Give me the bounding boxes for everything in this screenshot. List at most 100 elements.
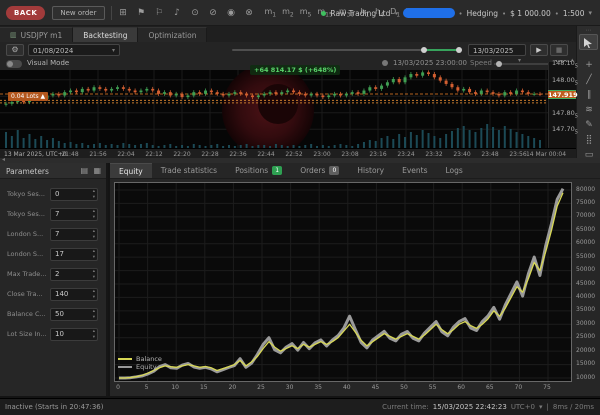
tab-trade-statistics[interactable]: Trade statistics (152, 163, 226, 178)
stepper-arrows[interactable]: ▴ ▾ (93, 229, 95, 240)
tab-optimization[interactable]: Optimization (138, 27, 208, 42)
volume-bar (492, 127, 495, 148)
stepper-arrows[interactable]: ▴ ▾ (93, 309, 95, 320)
candle-body (209, 90, 213, 93)
timeframe-m1[interactable]: m1 (265, 7, 277, 19)
scroll-left-arrow[interactable]: ◂ (2, 156, 5, 163)
candlestick-chart[interactable] (0, 70, 548, 148)
speed-slider-knob[interactable] (496, 61, 502, 67)
connection-status-dot (321, 10, 327, 16)
chart-layout-icon[interactable]: ⊞ (118, 8, 129, 18)
account-info[interactable]: Raw Trading Ltd Hedging $ 1 000.00 1:500… (321, 0, 592, 26)
stepper-arrows[interactable]: ▴ ▾ (93, 289, 95, 300)
settings-gear-button[interactable]: ⚙ (6, 44, 24, 56)
tab-label: Logs (445, 166, 463, 175)
parameter-input[interactable]: 10 ▴ ▾ (50, 328, 98, 341)
link-disabled-icon[interactable]: ⊘ (208, 8, 219, 18)
tab-logs[interactable]: Logs (437, 163, 472, 178)
pencil-icon[interactable]: ✎ (577, 120, 600, 130)
end-date-value: 13/03/2025 (473, 47, 514, 55)
parameter-input[interactable]: 140 ▴ ▾ (50, 288, 98, 301)
parameter-input[interactable]: 7 ▴ ▾ (50, 208, 98, 221)
backtest-progress-bar[interactable] (232, 47, 462, 53)
trend-line-icon[interactable]: ╱ (577, 75, 600, 85)
new-order-button[interactable]: New order (52, 5, 105, 20)
stepper-arrows[interactable]: ▴ ▾ (93, 249, 95, 260)
candle-body (98, 87, 102, 89)
alerts-icon[interactable]: ⊗ (244, 8, 255, 18)
toolbar-icons: ⊞ ⚑ ⚐ ♪ ⊙ ⊘ ◉ ⊗ (118, 8, 255, 18)
info-circle-icon[interactable]: ⊙ (190, 8, 201, 18)
parameter-input[interactable]: 17 ▴ ▾ (50, 248, 98, 261)
cursor-tool-button[interactable] (579, 34, 598, 50)
watchlist-eye-icon[interactable]: ◉ (226, 8, 237, 18)
parameter-row: Tokyo Ses... 7 ▴ ▾ (0, 207, 106, 222)
candle-body (397, 78, 401, 83)
latency-value: 8ms / 20ms (552, 403, 594, 411)
end-date-select[interactable]: 13/03/2025 ▾ (468, 44, 526, 64)
time-axis-label: 21:48 (61, 151, 79, 158)
tab-equity[interactable]: Equity (110, 163, 152, 178)
parameter-input[interactable]: 2 ▴ ▾ (50, 268, 98, 281)
stepper-arrows[interactable]: ▴ ▾ (93, 189, 95, 200)
crosshair-icon[interactable]: + (577, 60, 600, 70)
flag-icon[interactable]: ⚑ (136, 8, 147, 18)
volume-bar (468, 130, 471, 148)
play-button[interactable]: ▶ (530, 44, 548, 56)
chevron-down-icon: ▾ (539, 403, 543, 411)
start-date-select[interactable]: 01/08/2024 ▾ (28, 44, 120, 56)
candle-body (333, 93, 337, 96)
tab-backtesting[interactable]: Backtesting (73, 27, 139, 42)
equity-y-axis-label: 70000 (576, 212, 596, 220)
dots-grid-icon[interactable]: ⣿ (577, 135, 600, 145)
back-button[interactable]: BACK (6, 5, 46, 20)
waves-icon[interactable]: ≋ (577, 105, 600, 115)
tab-events[interactable]: Events (393, 163, 436, 178)
tab-orders[interactable]: Orders 0 (291, 163, 348, 178)
progress-handle-left[interactable] (421, 47, 427, 53)
candle-body (380, 85, 384, 89)
stepper-arrows[interactable]: ▴ ▾ (93, 209, 95, 220)
playback-datetime: 13/03/2025 23:00:00 (393, 59, 468, 67)
cursor-icon (584, 38, 592, 48)
timezone-value[interactable]: UTC+0 (511, 403, 535, 411)
grid-view-icon[interactable]: ▦ (93, 166, 101, 175)
price-axis[interactable]: 148.105 148.005 147.805 147.705 (548, 59, 578, 148)
timeframe-m5[interactable]: m5 (300, 7, 312, 19)
equidistant-channel-icon[interactable]: ∥ (577, 90, 600, 100)
tab-history[interactable]: History (348, 163, 393, 178)
equity-x-axis-label: 5 (144, 384, 149, 391)
candle-body (256, 95, 260, 98)
time-axis[interactable]: 13 Mar 2025, UTC+0 21:48 21:56 22:04 22:12 22… (0, 148, 576, 158)
position-lots-tag[interactable]: 0.04 Lots ▲ (8, 92, 49, 101)
profit-tooltip: +64 814.17 $ (+648%) (250, 65, 341, 75)
parameter-input[interactable]: 0 ▴ ▾ (50, 188, 98, 201)
visual-mode-toggle[interactable] (6, 60, 22, 68)
timeframe-m2[interactable]: m2 (282, 7, 294, 19)
candle-body (280, 92, 284, 94)
save-preset-icon[interactable]: ▤ (80, 166, 88, 175)
parameter-label: Tokyo Ses... (7, 190, 45, 198)
parameters-header: Parameters ▤ ▦ (0, 163, 106, 179)
tab-usdjpy-m1[interactable]: ▥ USDJPY m1 (0, 27, 74, 42)
speed-slider[interactable] (494, 61, 550, 67)
flag-outline-icon[interactable]: ⚐ (154, 8, 165, 18)
sound-alert-icon[interactable]: ♪ (172, 8, 183, 18)
candle-body (145, 88, 149, 91)
candle-body (473, 92, 477, 94)
stepper-arrows[interactable]: ▴ ▾ (93, 269, 95, 280)
parameter-input[interactable]: 7 ▴ ▾ (50, 228, 98, 241)
candle-body (362, 90, 366, 94)
equity-y-axis: 80000 75000 70000 65000 60000 55000 50000 45000… (574, 182, 600, 382)
legend-item: Equity (118, 363, 162, 371)
candle-body (391, 78, 395, 83)
volume-bar (450, 131, 453, 148)
stop-button[interactable]: ■ (550, 44, 568, 56)
candle-body (520, 90, 524, 93)
equity-chart[interactable] (114, 182, 572, 382)
stepper-arrows[interactable]: ▴ ▾ (93, 329, 95, 340)
progress-handle-right[interactable] (456, 47, 462, 53)
parameter-input[interactable]: 50 ▴ ▾ (50, 308, 98, 321)
tab-positions[interactable]: Positions 1 (226, 163, 291, 178)
candle-body (192, 92, 196, 96)
